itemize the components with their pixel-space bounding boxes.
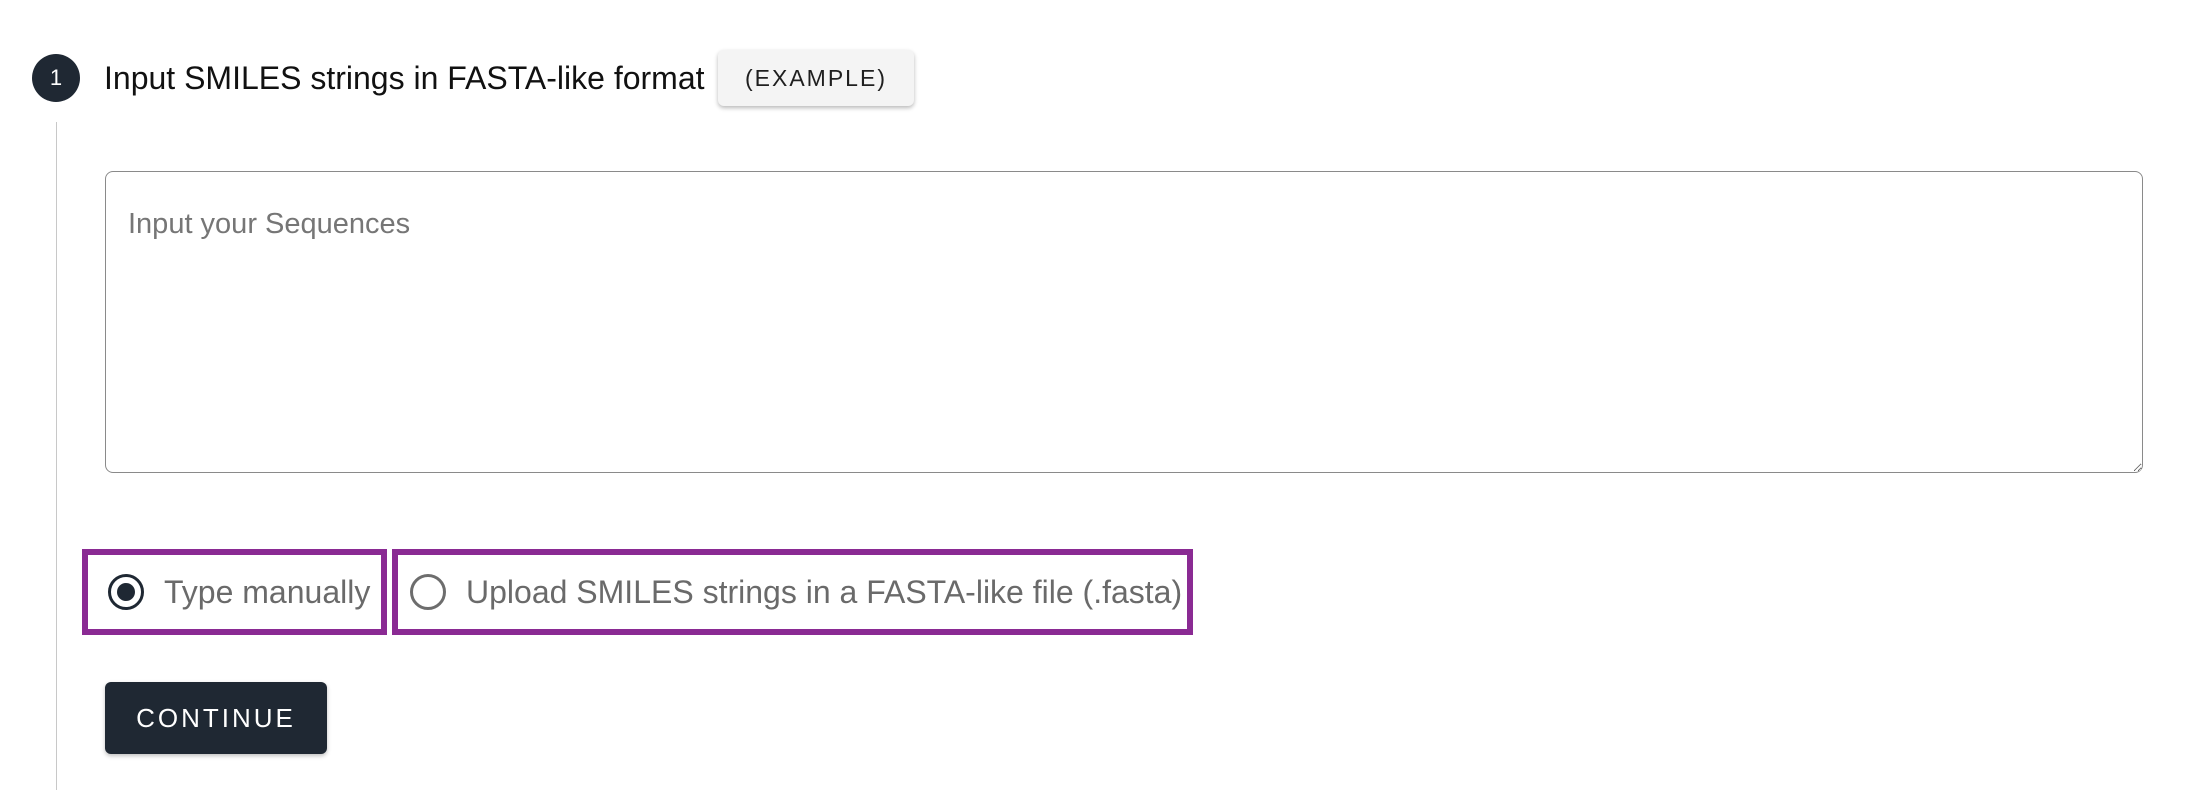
continue-button[interactable]: CONTINUE bbox=[105, 682, 327, 754]
step-title: Input SMILES strings in FASTA-like forma… bbox=[104, 60, 705, 96]
sequence-textarea[interactable] bbox=[105, 171, 2143, 473]
radio-dot bbox=[117, 583, 135, 601]
radio-checked-icon[interactable] bbox=[108, 574, 144, 610]
radio-option-upload-file[interactable]: Upload SMILES strings in a FASTA-like fi… bbox=[392, 549, 1193, 635]
radio-label-upload-file: Upload SMILES strings in a FASTA-like fi… bbox=[466, 573, 1183, 610]
radio-option-type-manually[interactable]: Type manually bbox=[82, 549, 387, 635]
step-number-badge: 1 bbox=[32, 54, 80, 102]
step-panel: 1 Input SMILES strings in FASTA-like for… bbox=[0, 0, 2200, 790]
example-button[interactable]: (EXAMPLE) bbox=[718, 50, 914, 106]
stepper-connector-line bbox=[56, 122, 57, 790]
radio-label-type-manually: Type manually bbox=[164, 573, 371, 610]
radio-unchecked-icon[interactable] bbox=[410, 574, 446, 610]
